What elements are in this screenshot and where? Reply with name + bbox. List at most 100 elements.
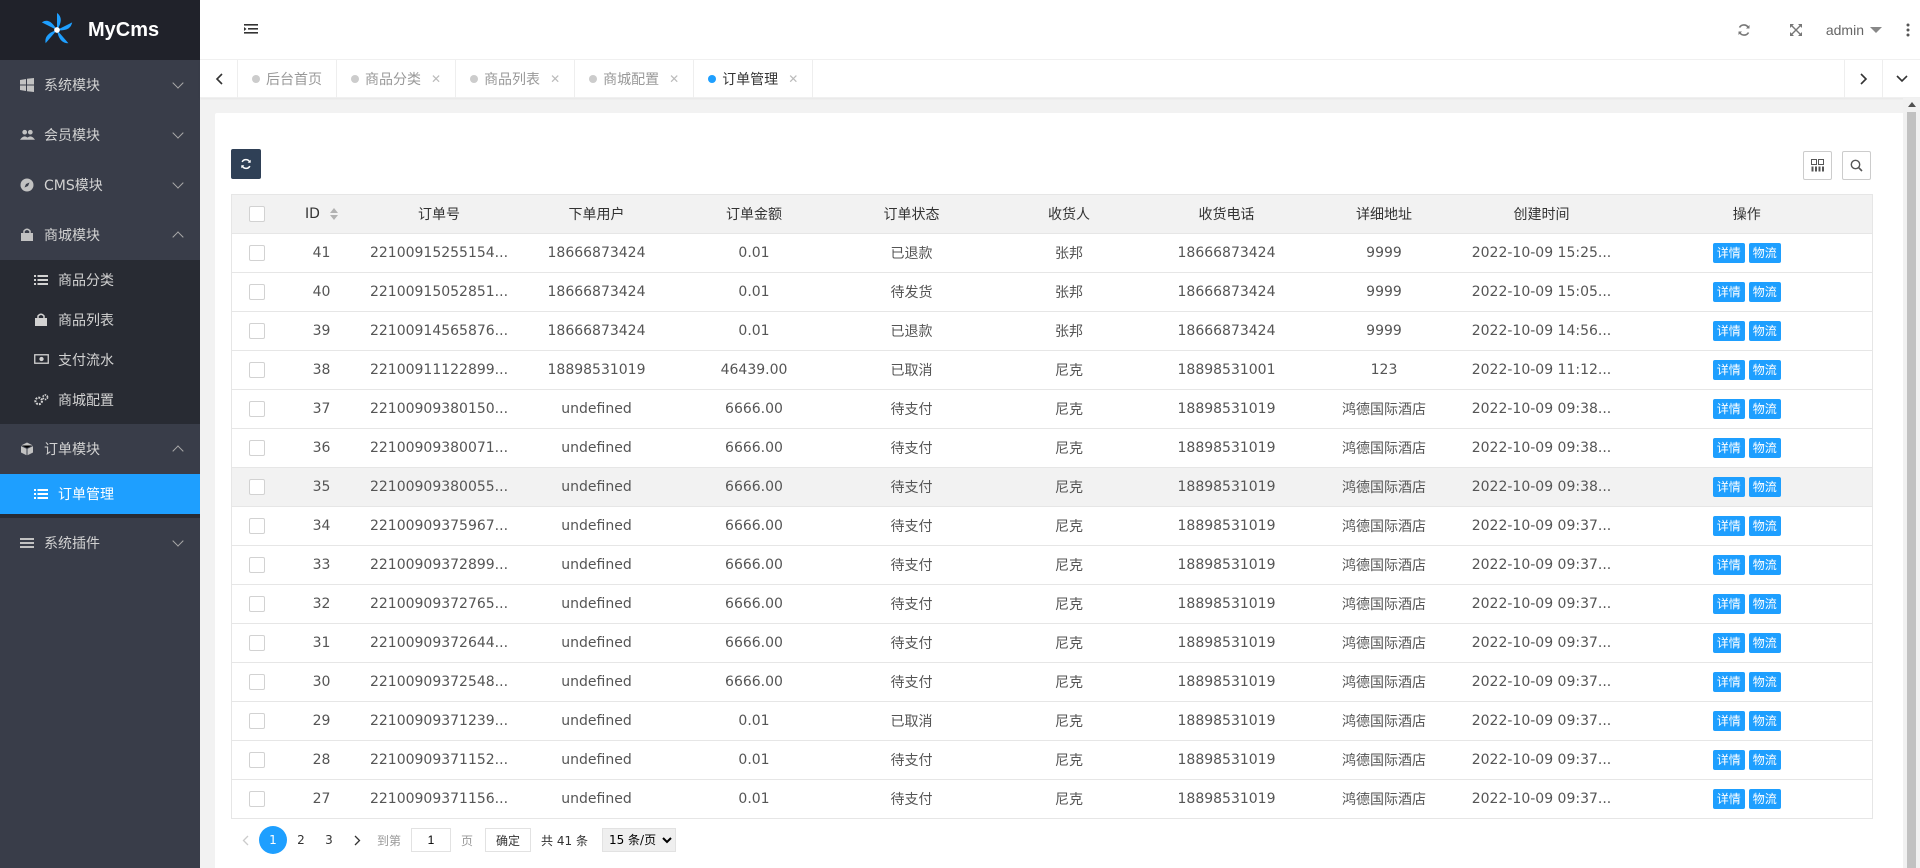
more-options-button[interactable] [1896, 23, 1920, 37]
table-row[interactable]: 34 22100909375967... undefined 6666.00 待支付 尼克… [231, 506, 1873, 546]
table-row[interactable]: 40 22100915052851... 18666873424 0.01 待发货 张邦 1… [231, 272, 1873, 312]
detail-button[interactable]: 详情 [1712, 555, 1745, 575]
page-number-button[interactable]: 1 [259, 826, 287, 854]
logistics-button[interactable]: 物流 [1748, 399, 1781, 419]
table-row[interactable]: 37 22100909380150... undefined 6666.00 待支付 尼克… [231, 389, 1873, 429]
logistics-button[interactable]: 物流 [1748, 633, 1781, 653]
logistics-button[interactable]: 物流 [1748, 477, 1781, 497]
logistics-button[interactable]: 物流 [1748, 360, 1781, 380]
scroll-up-icon[interactable] [1908, 102, 1916, 107]
next-page-button[interactable] [343, 826, 371, 854]
row-checkbox[interactable] [248, 674, 265, 690]
page-scrollbar[interactable] [1903, 98, 1920, 868]
tab[interactable]: 订单管理 ✕ [694, 60, 814, 98]
tab[interactable]: 商品列表 ✕ [456, 60, 576, 98]
tabs-menu-button[interactable] [1882, 60, 1920, 98]
sidebar-item[interactable]: CMS模块 [0, 160, 200, 210]
logistics-button[interactable]: 物流 [1748, 594, 1781, 614]
logistics-button[interactable]: 物流 [1748, 321, 1781, 341]
detail-button[interactable]: 详情 [1712, 243, 1745, 263]
row-checkbox[interactable] [248, 596, 265, 612]
detail-button[interactable]: 详情 [1712, 672, 1745, 692]
detail-button[interactable]: 详情 [1712, 399, 1745, 419]
detail-button[interactable]: 详情 [1712, 750, 1745, 770]
detail-button[interactable]: 详情 [1712, 594, 1745, 614]
sidebar-item[interactable]: 订单模块 [0, 424, 200, 474]
refresh-page-button[interactable] [1718, 23, 1770, 37]
detail-button[interactable]: 详情 [1712, 789, 1745, 809]
tab[interactable]: 商品分类 ✕ [337, 60, 457, 98]
detail-button[interactable]: 详情 [1712, 438, 1745, 458]
row-checkbox[interactable] [248, 635, 265, 651]
goto-confirm-button[interactable]: 确定 [485, 828, 532, 852]
logistics-button[interactable]: 物流 [1748, 672, 1781, 692]
row-checkbox[interactable] [248, 479, 265, 495]
tabs-scroll-left-button[interactable] [200, 60, 238, 98]
logistics-button[interactable]: 物流 [1748, 750, 1781, 770]
sidebar-subitem[interactable]: 支付流水 [0, 340, 200, 380]
fullscreen-button[interactable] [1770, 23, 1822, 37]
row-checkbox[interactable] [248, 440, 265, 456]
logistics-button[interactable]: 物流 [1748, 789, 1781, 809]
close-icon[interactable]: ✕ [669, 72, 679, 86]
logistics-button[interactable]: 物流 [1748, 555, 1781, 575]
row-checkbox[interactable] [248, 752, 265, 768]
detail-button[interactable]: 详情 [1712, 477, 1745, 497]
page-number-button[interactable]: 3 [315, 826, 343, 854]
page-size-select[interactable]: 15 条/页 [601, 828, 676, 852]
table-row[interactable]: 28 22100909371152... undefined 0.01 待支付 尼克 188… [231, 740, 1873, 780]
user-menu[interactable]: admin [1826, 22, 1882, 38]
page-number-button[interactable]: 2 [287, 826, 315, 854]
table-row[interactable]: 36 22100909380071... undefined 6666.00 待支付 尼克… [231, 428, 1873, 468]
select-all-checkbox[interactable] [248, 206, 265, 222]
close-icon[interactable]: ✕ [431, 72, 441, 86]
close-icon[interactable]: ✕ [788, 72, 798, 86]
row-checkbox[interactable] [248, 518, 265, 534]
row-checkbox[interactable] [248, 323, 265, 339]
table-refresh-button[interactable] [231, 149, 261, 179]
table-row[interactable]: 30 22100909372548... undefined 6666.00 待支付 尼克… [231, 662, 1873, 702]
sidebar-item[interactable]: 系统模块 [0, 60, 200, 110]
row-checkbox[interactable] [248, 401, 265, 417]
sidebar-subitem[interactable]: 商品列表 [0, 300, 200, 340]
row-checkbox[interactable] [248, 791, 265, 807]
menu-toggle-icon[interactable] [244, 22, 258, 36]
detail-button[interactable]: 详情 [1712, 321, 1745, 341]
detail-button[interactable]: 详情 [1712, 711, 1745, 731]
detail-button[interactable]: 详情 [1712, 360, 1745, 380]
table-row[interactable]: 33 22100909372899... undefined 6666.00 待支付 尼克… [231, 545, 1873, 585]
column-filter-button[interactable] [1803, 151, 1832, 180]
row-checkbox[interactable] [248, 245, 265, 261]
prev-page-button[interactable] [231, 826, 259, 854]
column-header[interactable]: ID [281, 194, 362, 234]
logistics-button[interactable]: 物流 [1748, 282, 1781, 302]
table-row[interactable]: 29 22100909371239... undefined 0.01 已取消 尼克 188… [231, 701, 1873, 741]
table-row[interactable]: 38 22100911122899... 18898531019 46439.00 已取… [231, 350, 1873, 390]
sidebar-item[interactable]: 商城模块 [0, 210, 200, 260]
logistics-button[interactable]: 物流 [1748, 438, 1781, 458]
logo[interactable]: MyCms [0, 0, 200, 60]
table-row[interactable]: 39 22100914565876... 18666873424 0.01 已退款 张邦 1… [231, 311, 1873, 351]
table-row[interactable]: 35 22100909380055... undefined 6666.00 待支付 尼克… [231, 467, 1873, 507]
detail-button[interactable]: 详情 [1712, 633, 1745, 653]
close-icon[interactable]: ✕ [550, 72, 560, 86]
table-row[interactable]: 31 22100909372644... undefined 6666.00 待支付 尼克… [231, 623, 1873, 663]
sidebar-subitem[interactable]: 商城配置 [0, 380, 200, 420]
detail-button[interactable]: 详情 [1712, 282, 1745, 302]
tab[interactable]: 后台首页 [238, 60, 337, 98]
table-row[interactable]: 32 22100909372765... undefined 6666.00 待支付 尼克… [231, 584, 1873, 624]
table-row[interactable]: 41 22100915255154... 18666873424 0.01 已退款 张邦 1… [231, 233, 1873, 273]
sidebar-subitem[interactable]: 订单管理 [0, 474, 200, 514]
tabs-scroll-right-button[interactable] [1844, 60, 1882, 98]
goto-page-input[interactable] [411, 828, 452, 852]
logistics-button[interactable]: 物流 [1748, 243, 1781, 263]
row-checkbox[interactable] [248, 557, 265, 573]
logistics-button[interactable]: 物流 [1748, 516, 1781, 536]
table-row[interactable]: 27 22100909371156... undefined 0.01 待支付 尼克 188… [231, 779, 1873, 819]
sidebar-item[interactable]: 会员模块 [0, 110, 200, 160]
tab[interactable]: 商城配置 ✕ [575, 60, 695, 98]
row-checkbox[interactable] [248, 713, 265, 729]
search-toggle-button[interactable] [1842, 151, 1871, 180]
row-checkbox[interactable] [248, 284, 265, 300]
logistics-button[interactable]: 物流 [1748, 711, 1781, 731]
